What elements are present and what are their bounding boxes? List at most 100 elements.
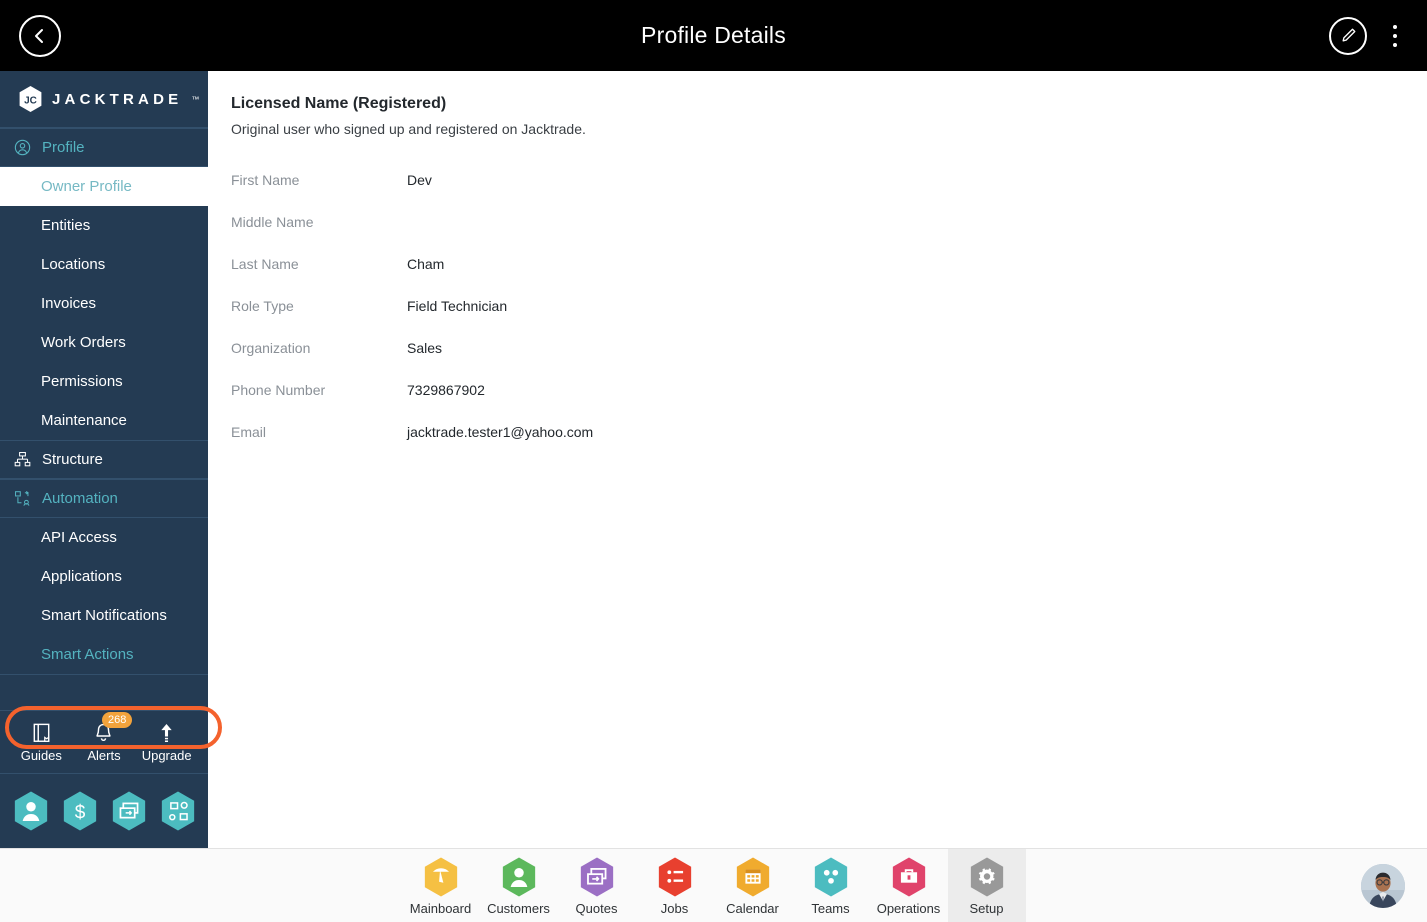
sidebar-item-label: Smart Actions [41, 646, 134, 663]
automation-flow-icon [15, 490, 30, 506]
bottom-tab-label: Calendar [726, 900, 779, 916]
upgrade-label: Upgrade [141, 748, 192, 763]
sidebar-item-locations[interactable]: Locations [0, 245, 208, 284]
sidebar-item-owner-profile[interactable]: Owner Profile [0, 167, 208, 206]
jacktrade-hexagon-logo: JC [19, 86, 42, 112]
user-circle-icon [14, 139, 31, 156]
money-bill-hex-icon[interactable] [110, 790, 148, 832]
sidebar-group-label: Profile [42, 139, 85, 156]
edit-button[interactable] [1329, 16, 1367, 55]
field-label: Role Type [231, 298, 294, 314]
field-value: jacktrade.tester1@yahoo.com [407, 424, 594, 440]
sidebar-item-maintenance[interactable]: Maintenance [0, 401, 208, 440]
sidebar-group-structure[interactable]: Structure [0, 440, 208, 479]
person-hex-icon[interactable] [12, 790, 50, 832]
page-title: Profile Details [641, 22, 786, 48]
main-area: Licensed Name (Registered) Original user… [208, 71, 1427, 848]
bottom-nav: Mainboard Customers Quotes Jobs Calendar… [0, 848, 1427, 922]
chevron-left-icon [35, 28, 43, 43]
sidebar-tools: Guides 268 Alerts Upgrade [0, 710, 208, 774]
bottom-tab-mainboard[interactable]: Mainboard [402, 849, 480, 922]
sidebar-item-work-orders[interactable]: Work Orders [0, 323, 208, 362]
section-title: Licensed Name (Registered) [231, 95, 447, 112]
brand-name: JACKTRADE [52, 90, 183, 108]
sidebar-item-permissions[interactable]: Permissions [0, 362, 208, 401]
guides-button[interactable]: Guides [11, 721, 71, 763]
setup-gear-hex-icon [970, 857, 1003, 896]
pencil-edit-icon [1342, 28, 1355, 42]
jobs-hex-icon [658, 857, 691, 896]
bottom-tab-setup[interactable]: Setup [947, 849, 1026, 922]
calendar-hex-icon [736, 857, 769, 896]
teams-hex-icon [814, 857, 847, 896]
brand-trademark: ™ [191, 94, 200, 104]
svg-text:JC: JC [24, 95, 37, 106]
field-label: Phone Number [231, 382, 326, 398]
sidebar-item-invoices[interactable]: Invoices [0, 284, 208, 323]
user-avatar[interactable] [1361, 863, 1405, 908]
field-value: Dev [407, 172, 432, 188]
dollar-hex-icon[interactable]: $ [61, 790, 99, 832]
header-actions [1329, 16, 1407, 55]
sidebar-item-label: Maintenance [41, 412, 127, 429]
sidebar-group-label: Structure [42, 451, 103, 468]
field-label: First Name [231, 172, 300, 188]
field-label: Last Name [231, 256, 299, 272]
bottom-tab-quotes[interactable]: Quotes [558, 849, 636, 922]
more-options-button[interactable] [1383, 17, 1407, 55]
mainboard-hex-icon [424, 857, 457, 896]
bottom-tab-operations[interactable]: Operations [870, 849, 948, 922]
upgrade-button[interactable]: Upgrade [137, 721, 197, 763]
upgrade-arrow-icon [161, 723, 172, 743]
sidebar-group-label: Automation [42, 490, 118, 507]
sidebar-item-label: Locations [41, 256, 106, 273]
alerts-button[interactable]: 268 Alerts [74, 712, 134, 763]
field-row-last-name: Last Name Cham [231, 243, 1403, 285]
sidebar-item-smart-actions[interactable]: Smart Actions [0, 635, 208, 674]
field-row-phone-number: Phone Number 7329867902 [231, 369, 1403, 411]
sidebar-group-automation[interactable]: Automation [0, 479, 208, 518]
kebab-dot [1393, 33, 1397, 38]
user-avatar-photo [1361, 863, 1405, 908]
brand-logo[interactable]: JC JACKTRADE ™ [0, 71, 208, 128]
sidebar-item-applications[interactable]: Applications [0, 557, 208, 596]
bottom-tab-label: Operations [876, 900, 941, 916]
bottom-tab-jobs[interactable]: Jobs [636, 849, 714, 922]
field-row-organization: Organization Sales [231, 327, 1403, 369]
sidebar-item-label: Work Orders [41, 334, 126, 351]
field-label: Middle Name [231, 214, 314, 230]
alerts-badge: 268 [101, 712, 133, 728]
bottom-tab-label: Customers [487, 900, 550, 916]
field-row-email: Email jacktrade.tester1@yahoo.com [231, 411, 1403, 453]
sidebar-group-profile[interactable]: Profile [0, 128, 208, 167]
svg-text:$: $ [74, 803, 85, 824]
bottom-tab-customers[interactable]: Customers [480, 849, 558, 922]
bottom-tab-calendar[interactable]: Calendar [714, 849, 792, 922]
quotes-hex-icon [580, 857, 613, 896]
field-value: 7329867902 [407, 382, 485, 398]
field-row-role-type: Role Type Field Technician [231, 285, 1403, 327]
guides-label: Guides [20, 748, 62, 763]
sidebar-item-smart-notifications[interactable]: Smart Notifications [0, 596, 208, 635]
sidebar-item-label: API Access [41, 529, 117, 546]
back-button[interactable] [19, 14, 61, 57]
sidebar-item-label: Applications [41, 568, 122, 585]
app-body: JC JACKTRADE ™ Profile Owner Profile Ent… [0, 71, 1427, 848]
field-label: Organization [231, 340, 311, 356]
workflow-hex-icon[interactable] [159, 790, 197, 832]
bottom-tab-label: Teams [811, 900, 850, 916]
bottom-tab-label: Setup [969, 900, 1004, 916]
bottom-nav-tabs: Mainboard Customers Quotes Jobs Calendar… [0, 849, 1427, 922]
sidebar-item-entities[interactable]: Entities [0, 206, 208, 245]
field-row-first-name: First Name Dev [231, 159, 1403, 201]
sidebar-item-api-access[interactable]: API Access [0, 518, 208, 557]
kebab-dot [1393, 24, 1397, 29]
sidebar-item-label: Smart Notifications [41, 607, 167, 624]
customers-hex-icon [502, 857, 535, 896]
bottom-tab-teams[interactable]: Teams [792, 849, 870, 922]
bottom-tab-label: Jobs [660, 900, 689, 916]
book-icon [33, 723, 50, 742]
sidebar-item-label: Owner Profile [41, 178, 132, 195]
sidebar-item-label: Permissions [41, 373, 123, 390]
sidebar-item-label: Entities [41, 217, 91, 234]
